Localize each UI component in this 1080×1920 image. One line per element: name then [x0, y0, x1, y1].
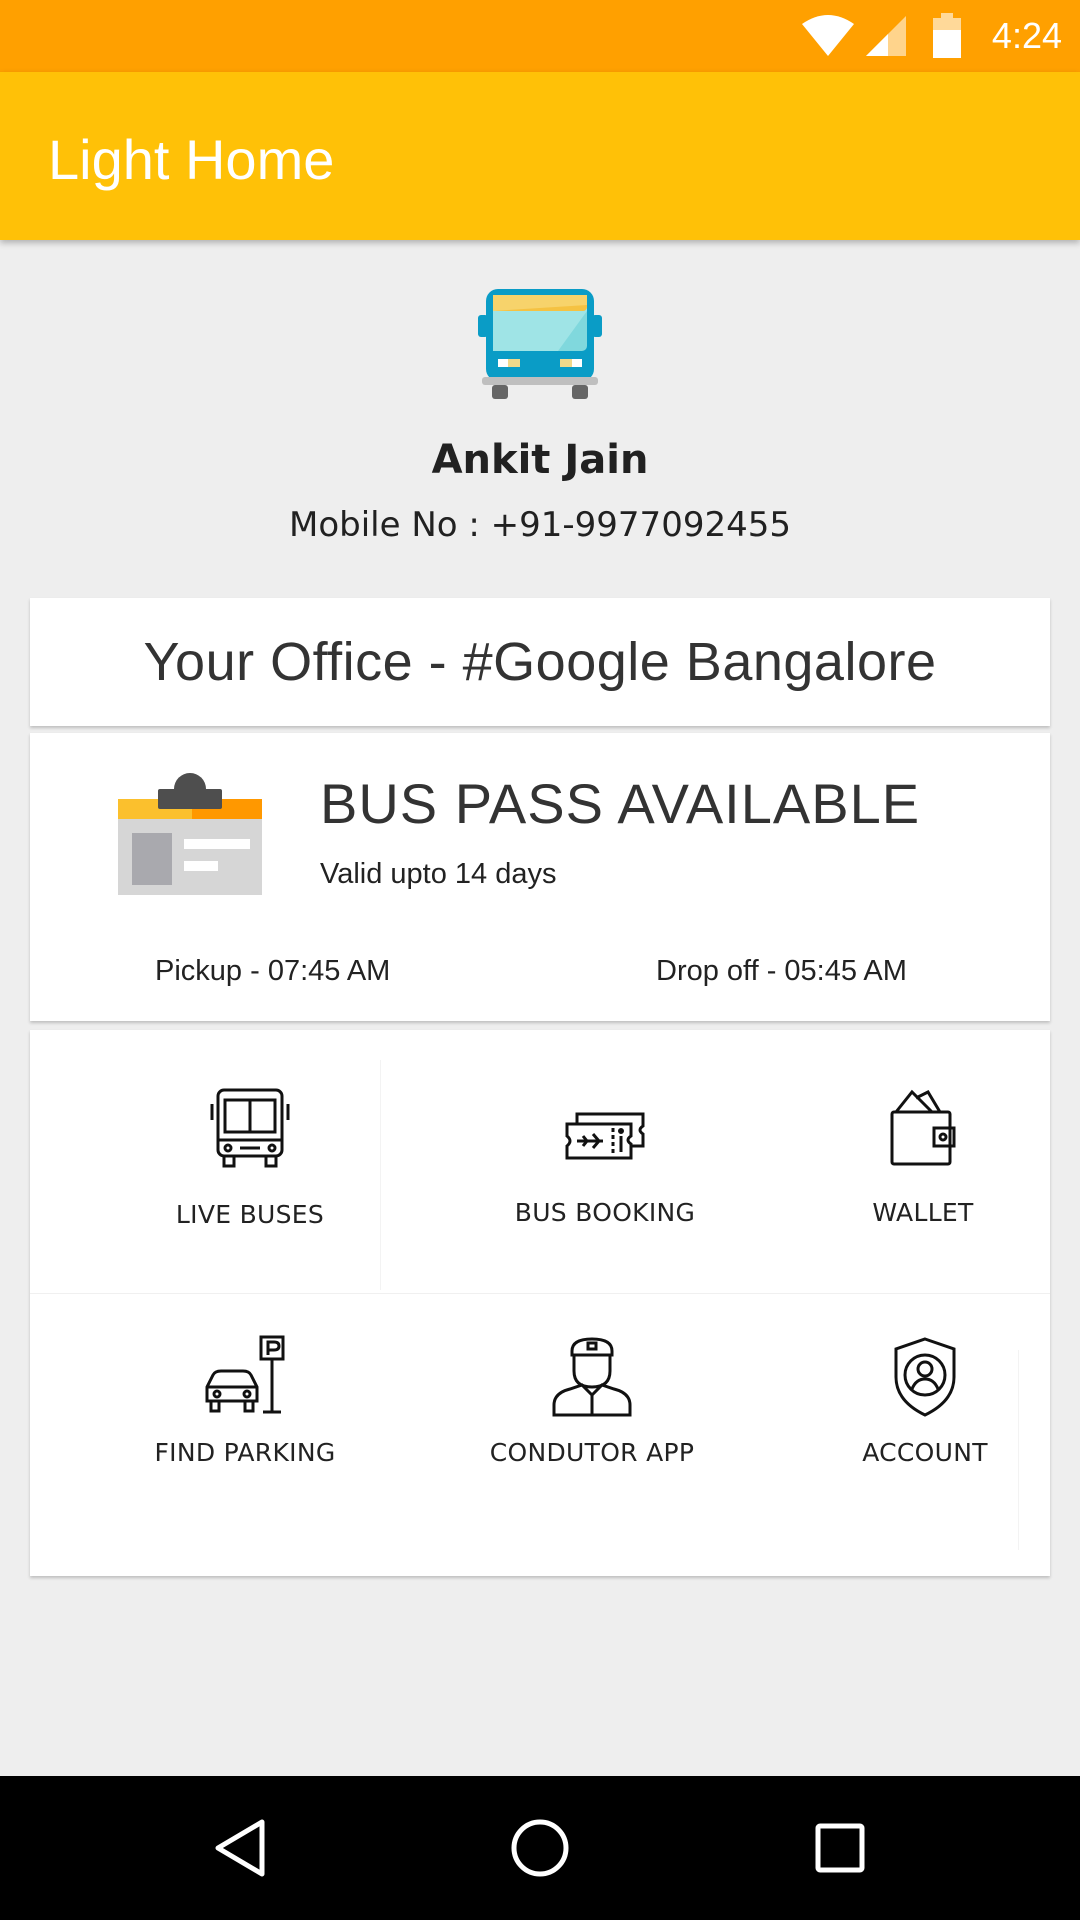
office-card[interactable]: Your Office - #Google Bangalore — [30, 598, 1050, 726]
recents-icon — [815, 1823, 865, 1873]
pickup-time: Pickup - 07:45 AM — [155, 955, 391, 987]
back-icon — [215, 1819, 265, 1877]
nav-back-button[interactable] — [180, 1776, 300, 1920]
menu-row-1: LIVE BUSES BUS BOOKING WALLET — [30, 1030, 1050, 1303]
menu-item-account[interactable]: ACCOUNT — [765, 1303, 1080, 1576]
menu-item-find-parking[interactable]: FIND PARKING — [85, 1303, 405, 1576]
id-card-icon — [118, 773, 262, 895]
user-name: Ankit Jain — [431, 437, 649, 483]
status-time: 4:24 — [991, 15, 1062, 56]
home-icon — [511, 1819, 569, 1877]
bus-pass-card[interactable]: BUS PASS AVAILABLE Valid upto 14 days Pi… — [30, 733, 1050, 1021]
menu-label-find-parking: FIND PARKING — [154, 1438, 336, 1467]
menu-item-bus-booking[interactable]: BUS BOOKING — [445, 1030, 765, 1303]
profile-section: Ankit Jain Mobile No : +91-9977092455 — [0, 285, 1080, 545]
menu-item-conductor-app[interactable]: CONDUTOR APP — [432, 1303, 752, 1576]
bus-icon — [210, 1088, 290, 1168]
signal-icon — [865, 16, 906, 56]
app-bar: Light Home — [0, 72, 1080, 240]
menu-label-wallet: WALLET — [872, 1198, 974, 1227]
bus-logo-icon — [478, 289, 602, 399]
status-bar: 4:24 — [0, 0, 1080, 72]
menu-label-live-buses: LIVE BUSES — [175, 1200, 325, 1229]
menu-item-wallet[interactable]: WALLET — [763, 1030, 1080, 1303]
pass-validity: Valid upto 14 days — [320, 858, 557, 890]
menu-label-bus-booking: BUS BOOKING — [514, 1198, 696, 1227]
conductor-icon — [552, 1337, 632, 1417]
wifi-icon — [801, 15, 854, 56]
menu-item-live-buses[interactable]: LIVE BUSES — [90, 1030, 410, 1303]
nav-home-button[interactable] — [480, 1776, 600, 1920]
account-shield-icon — [894, 1337, 956, 1417]
pass-status-title: BUS PASS AVAILABLE — [320, 772, 921, 835]
menu-row-2: FIND PARKING CONDUTOR APP ACCOUNT — [30, 1303, 1050, 1576]
wallet-icon — [890, 1089, 956, 1166]
nav-recents-button[interactable] — [780, 1776, 900, 1920]
menu-grid: LIVE BUSES BUS BOOKING WALLET FIND PARKI… — [30, 1030, 1050, 1576]
navigation-bar — [0, 1776, 1080, 1920]
battery-icon — [932, 13, 961, 58]
parking-icon — [205, 1335, 285, 1414]
app-title: Light Home — [48, 128, 335, 191]
office-text: Your Office - #Google Bangalore — [143, 632, 937, 692]
menu-label-account: ACCOUNT — [862, 1438, 988, 1467]
dropoff-time: Drop off - 05:45 AM — [656, 955, 907, 987]
menu-label-conductor-app: CONDUTOR APP — [489, 1438, 695, 1467]
mobile-number: Mobile No : +91-9977092455 — [289, 505, 791, 545]
ticket-icon — [565, 1112, 645, 1160]
